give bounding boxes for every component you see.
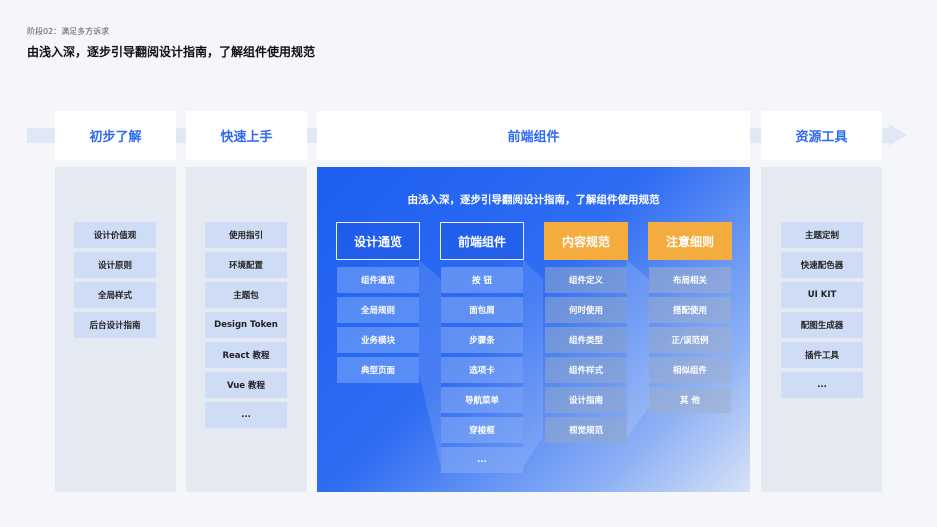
list-item[interactable]: 设计价值观	[74, 222, 156, 248]
notes-item[interactable]: 搭配使用	[649, 297, 731, 323]
group-header-overview[interactable]: 设计通览	[336, 222, 420, 260]
list-item[interactable]: UI KIT	[781, 282, 863, 308]
list-item[interactable]: 使用指引	[205, 222, 287, 248]
column-header-resources: 资源工具	[761, 111, 882, 160]
list-item[interactable]: ...	[781, 372, 863, 398]
group-header-content-spec[interactable]: 内容规范	[544, 222, 628, 260]
quickstart-list: 使用指引 环境配置 主题包 Design Token React 教程 Vue …	[205, 222, 287, 432]
component-item[interactable]: 导航菜单	[441, 387, 523, 413]
list-item[interactable]: Vue 教程	[205, 372, 287, 398]
list-item[interactable]: 快速配色器	[781, 252, 863, 278]
overview-item[interactable]: 全局规则	[337, 297, 419, 323]
content-spec-item[interactable]: 设计指南	[545, 387, 627, 413]
component-item[interactable]: ...	[441, 447, 523, 473]
list-item[interactable]: 后台设计指南	[74, 312, 156, 338]
notes-item[interactable]: 布局相关	[649, 267, 731, 293]
content-spec-item[interactable]: 组件样式	[545, 357, 627, 383]
component-item[interactable]: 按 钮	[441, 267, 523, 293]
component-item[interactable]: 面包屑	[441, 297, 523, 323]
connector-3	[627, 260, 649, 437]
list-item[interactable]: 主题定制	[781, 222, 863, 248]
notes-item[interactable]: 正/误范例	[649, 327, 731, 353]
content-spec-item[interactable]: 何时使用	[545, 297, 627, 323]
list-item[interactable]: 插件工具	[781, 342, 863, 368]
flow-arrow-icon	[889, 124, 907, 146]
list-item[interactable]: React 教程	[205, 342, 287, 368]
content-spec-item[interactable]: 视觉规范	[545, 417, 627, 443]
overview-item[interactable]: 典型页面	[337, 357, 419, 383]
group-header-components[interactable]: 前端组件	[440, 222, 524, 260]
content-spec-item[interactable]: 组件类型	[545, 327, 627, 353]
component-item[interactable]: 选项卡	[441, 357, 523, 383]
stage-label: 阶段02：满足多方诉求	[27, 27, 110, 36]
list-item[interactable]: 全局样式	[74, 282, 156, 308]
group-header-notes[interactable]: 注意细则	[648, 222, 732, 260]
column-header-quickstart: 快速上手	[186, 111, 307, 160]
connector-2	[523, 260, 543, 467]
resources-list: 主题定制 快速配色器 UI KIT 配图生成器 插件工具 ...	[781, 222, 863, 402]
overview-item[interactable]: 业务模块	[337, 327, 419, 353]
connector-1	[419, 260, 441, 467]
list-item[interactable]: Design Token	[205, 312, 287, 338]
components-panel: 由浅入深，逐步引导翻阅设计指南，了解组件使用规范 设计通览 前端组件 内容规范 …	[317, 167, 750, 492]
overview-item[interactable]: 组件通览	[337, 267, 419, 293]
list-item[interactable]: 设计原则	[74, 252, 156, 278]
list-item[interactable]: ...	[205, 402, 287, 428]
notes-item[interactable]: 相似组件	[649, 357, 731, 383]
list-item[interactable]: 配图生成器	[781, 312, 863, 338]
content-spec-item[interactable]: 组件定义	[545, 267, 627, 293]
component-item[interactable]: 穿梭框	[441, 417, 523, 443]
list-item[interactable]: 主题包	[205, 282, 287, 308]
notes-item[interactable]: 其 他	[649, 387, 731, 413]
column-header-components: 前端组件	[317, 111, 750, 160]
component-item[interactable]: 步骤条	[441, 327, 523, 353]
column-header-intro: 初步了解	[55, 111, 176, 160]
intro-list: 设计价值观 设计原则 全局样式 后台设计指南	[74, 222, 156, 342]
page-headline: 由浅入深，逐步引导翻阅设计指南，了解组件使用规范	[27, 45, 316, 59]
list-item[interactable]: 环境配置	[205, 252, 287, 278]
